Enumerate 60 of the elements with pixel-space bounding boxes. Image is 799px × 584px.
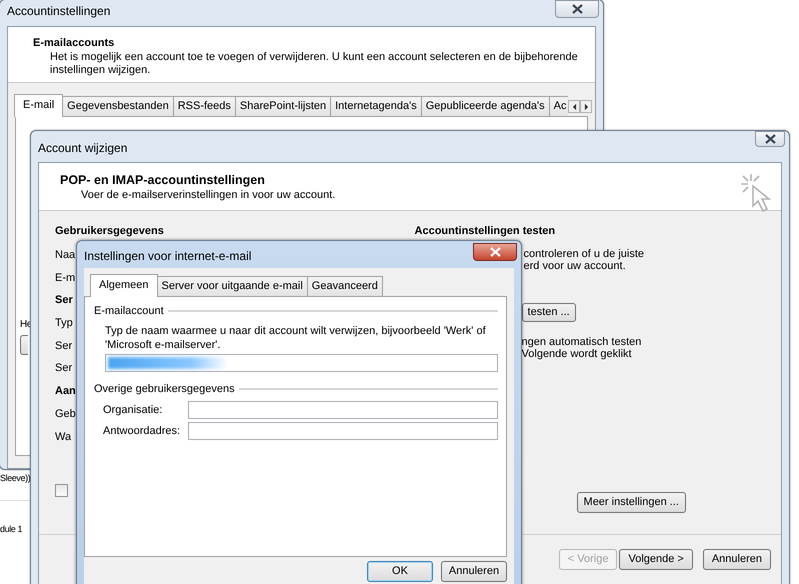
- tab[interactable]: Ac: [548, 96, 568, 116]
- field-label: Ser: [55, 293, 73, 308]
- checkbox[interactable]: [55, 484, 68, 498]
- field-label: Geb: [55, 406, 76, 422]
- test-settings-button[interactable]: testen ...: [522, 303, 576, 322]
- tab[interactable]: Internetagenda's: [330, 96, 422, 116]
- description-text: Volgende wordt geklikt: [522, 348, 633, 360]
- group-heading: E-mailaccount: [94, 303, 498, 320]
- right-arrow-icon: [584, 102, 589, 110]
- description-text: controleren of u de juiste: [524, 248, 645, 260]
- partial-button[interactable]: [20, 335, 28, 355]
- field-label: Naa: [55, 248, 76, 263]
- close-button[interactable]: [755, 131, 785, 147]
- scroll-left-button[interactable]: [568, 100, 580, 113]
- text-field[interactable]: [188, 422, 498, 440]
- description-text: Het is mogelijk een account toe te voegen of verwijderen. U kunt een account selecteren en de bijbehorende instellingen wijzigen.: [49, 51, 579, 77]
- tab[interactable]: Gepubliceerde agenda's: [420, 96, 550, 116]
- close-icon: [572, 4, 582, 14]
- close-button[interactable]: [473, 243, 517, 261]
- field-label: Aan: [55, 384, 76, 400]
- left-arrow-icon: [572, 102, 577, 110]
- section-heading: E-mailaccounts: [33, 36, 116, 51]
- close-icon: [764, 134, 776, 144]
- field-label: Wa: [55, 430, 72, 444]
- section-heading: POP- en IMAP-accountinstellingen: [60, 172, 266, 188]
- close-button[interactable]: [555, 0, 599, 18]
- window-title: Accountinstellingen: [7, 3, 110, 20]
- dialog-button[interactable]: Annuleren: [441, 561, 507, 582]
- tab[interactable]: Gegevensbestanden: [62, 96, 174, 116]
- section-heading: Accountinstellingen testen: [414, 224, 556, 239]
- group-heading: Overige gebruikersgegevens: [94, 380, 498, 397]
- field-label: Organisatie:: [103, 402, 164, 418]
- text-fragment: Sleeve)): [0, 472, 30, 485]
- tab[interactable]: SharePoint-lijsten: [234, 96, 332, 116]
- wizard-button[interactable]: Annuleren: [702, 549, 771, 570]
- tab[interactable]: E-mail: [14, 94, 64, 117]
- tab[interactable]: RSS-feeds: [172, 96, 236, 116]
- tab[interactable]: Algemeen: [90, 274, 158, 297]
- tab[interactable]: Server voor uitgaande e-mail: [156, 276, 308, 296]
- text-field[interactable]: [188, 401, 498, 419]
- wizard-button[interactable]: Volgende >: [619, 549, 693, 570]
- section-heading: Gebruikersgegevens: [55, 224, 165, 239]
- field-label: Ser: [55, 338, 72, 354]
- account-name-field[interactable]: [105, 354, 498, 372]
- more-settings-button[interactable]: Meer instellingen ...: [576, 492, 686, 513]
- scroll-right-button[interactable]: [580, 100, 592, 113]
- hint-text: Typ de naam waarmee u naar dit account wilt verwijzen, bijvoorbeeld 'Werk' of 'Microsoft e-mailserver'.: [104, 324, 487, 352]
- field-label: Typ: [55, 316, 73, 332]
- dialog-button[interactable]: OK: [367, 561, 433, 582]
- tab[interactable]: Geavanceerd: [306, 276, 383, 296]
- field-label: E-m: [55, 270, 76, 286]
- description-text: Voer de e-mailserverinstellingen in voor uw account.: [80, 188, 336, 202]
- text-fragment: dule 1: [0, 523, 24, 536]
- field-label: Ser: [55, 361, 72, 376]
- field-label: Antwoordadres:: [103, 424, 182, 439]
- description-text: erd voor uw account.: [524, 260, 627, 272]
- close-icon: [490, 247, 500, 257]
- window-title: Account wijzigen: [38, 140, 128, 157]
- window-title: Instellingen voor internet-e-mail: [84, 248, 252, 264]
- description-text: ngen automatisch testen: [522, 336, 642, 348]
